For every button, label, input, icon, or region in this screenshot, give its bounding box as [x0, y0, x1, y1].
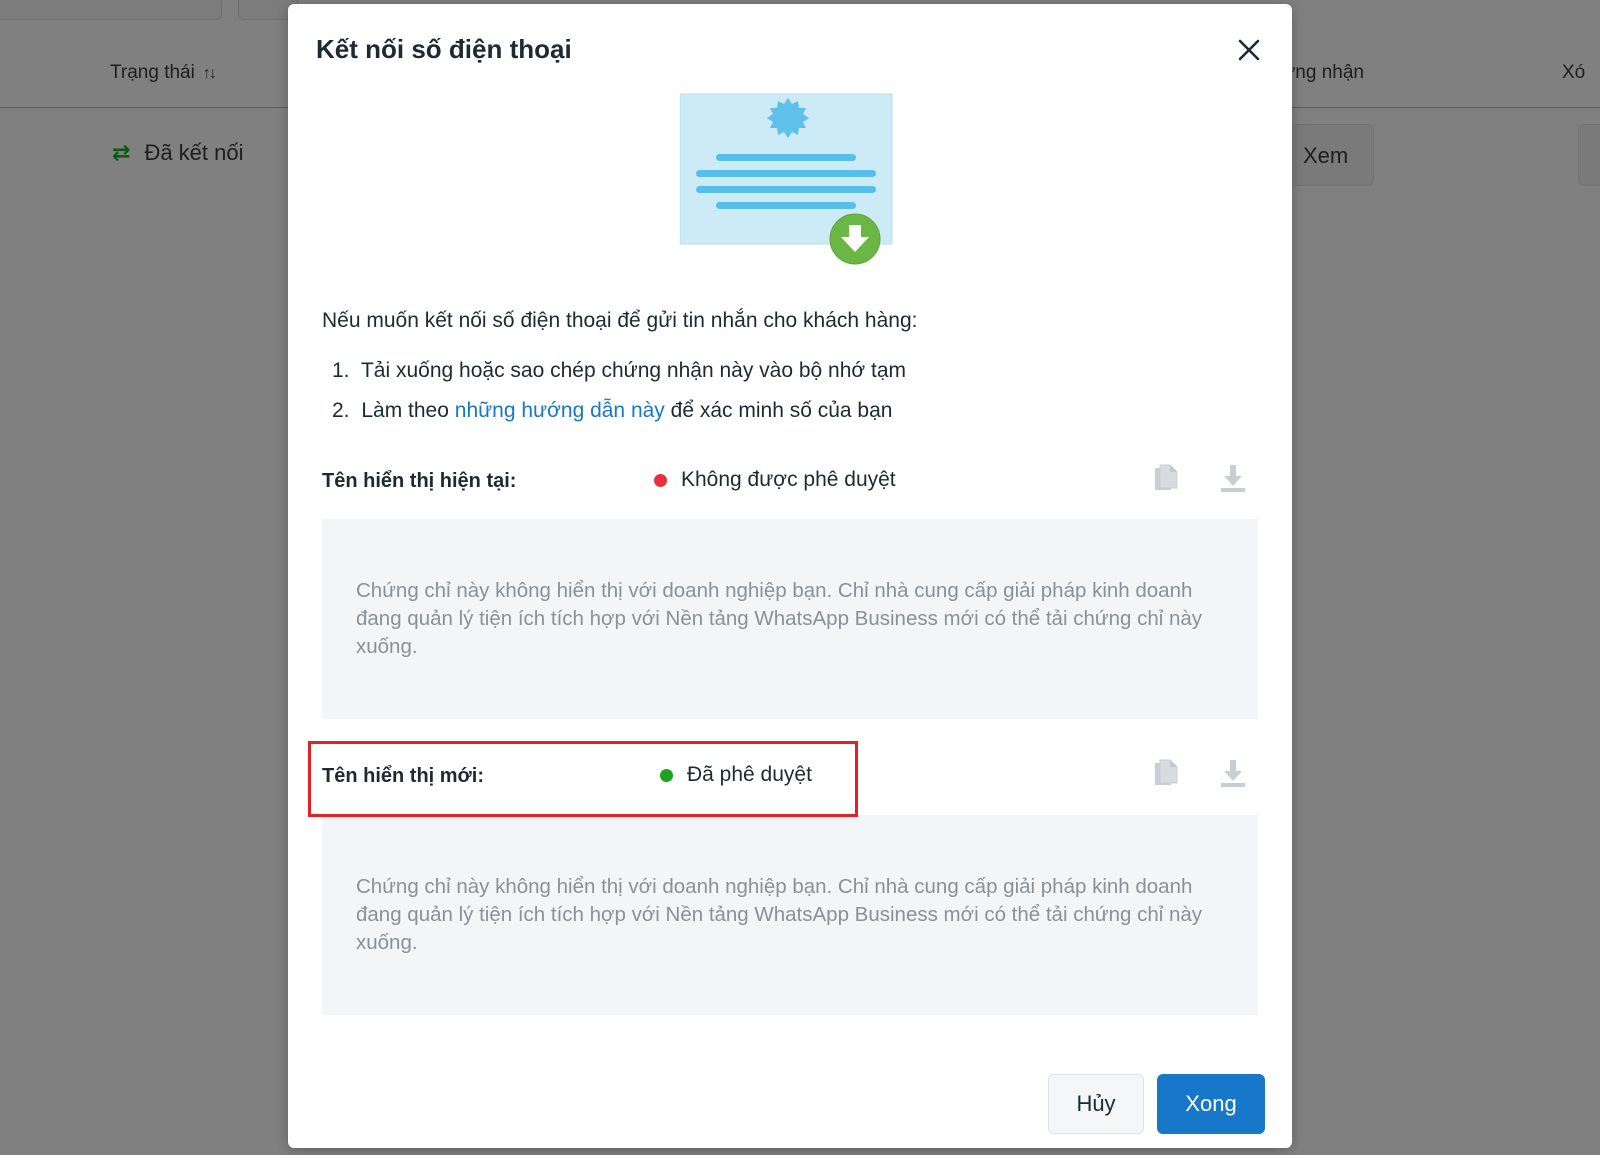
connect-phone-modal: Kết nối số điện thoại Nếu muốn kết nối s…	[288, 4, 1292, 1148]
download-current-button[interactable]	[1218, 462, 1248, 494]
download-new-button[interactable]	[1218, 757, 1248, 789]
step-text-before: Làm theo	[361, 399, 449, 422]
instruction-steps: 1. Tải xuống hoặc sao chép chứng nhận nà…	[332, 359, 906, 439]
download-icon	[1221, 465, 1245, 492]
current-name-status-text: Không được phê duyệt	[681, 468, 896, 491]
sort-icon: ↑↓	[202, 65, 217, 82]
copy-icon	[1155, 464, 1178, 490]
current-certificate-box: Chứng chỉ này không hiển thị với doanh n…	[322, 519, 1258, 719]
copy-current-button[interactable]	[1150, 462, 1182, 494]
close-icon	[1238, 39, 1260, 61]
done-button[interactable]: Xong	[1157, 1074, 1265, 1134]
instructions-link[interactable]: những hướng dẫn này	[455, 399, 665, 422]
background-filter-box	[0, 0, 222, 20]
intro-text: Nếu muốn kết nối số điện thoại để gửi ti…	[322, 309, 918, 332]
certificate-download-icon	[679, 93, 893, 265]
download-icon	[1221, 760, 1245, 787]
status-dot-red	[654, 473, 667, 487]
step-item: 1. Tải xuống hoặc sao chép chứng nhận nà…	[332, 359, 906, 383]
copy-icon	[1155, 759, 1178, 785]
step-number: 1.	[332, 359, 350, 382]
step-text-after: để xác minh số của bạn	[670, 399, 893, 422]
cancel-button[interactable]: Hủy	[1048, 1074, 1144, 1134]
step-text: Tải xuống hoặc sao chép chứng nhận này v…	[360, 359, 907, 382]
column-status: Trạng thái ↑↓	[110, 62, 217, 84]
close-button[interactable]	[1231, 32, 1267, 68]
column-status-label: Trạng thái	[110, 62, 195, 83]
modal-title: Kết nối số điện thoại	[316, 34, 572, 64]
step-number: 2.	[332, 399, 350, 422]
row-status-label: Đã kết nối	[144, 140, 244, 165]
column-delete: Xó	[1562, 62, 1586, 83]
current-name-label: Tên hiển thị hiện tại:	[322, 470, 517, 492]
delete-button	[1578, 124, 1600, 186]
new-certificate-box: Chứng chỉ này không hiển thị với doanh n…	[322, 815, 1258, 1015]
highlight-annotation	[308, 741, 858, 817]
current-name-status: Không được phê duyệt	[654, 468, 896, 492]
certificate-illustration	[679, 92, 900, 272]
swap-icon: ⇄	[112, 140, 131, 165]
copy-new-button[interactable]	[1150, 757, 1182, 789]
current-name-row: Tên hiển thị hiện tại: Không được phê du…	[322, 462, 1245, 502]
step-item: 2. Làm theo những hướng dẫn này để xác m…	[332, 399, 906, 423]
row-status: ⇄ Đã kết nối	[112, 140, 244, 166]
